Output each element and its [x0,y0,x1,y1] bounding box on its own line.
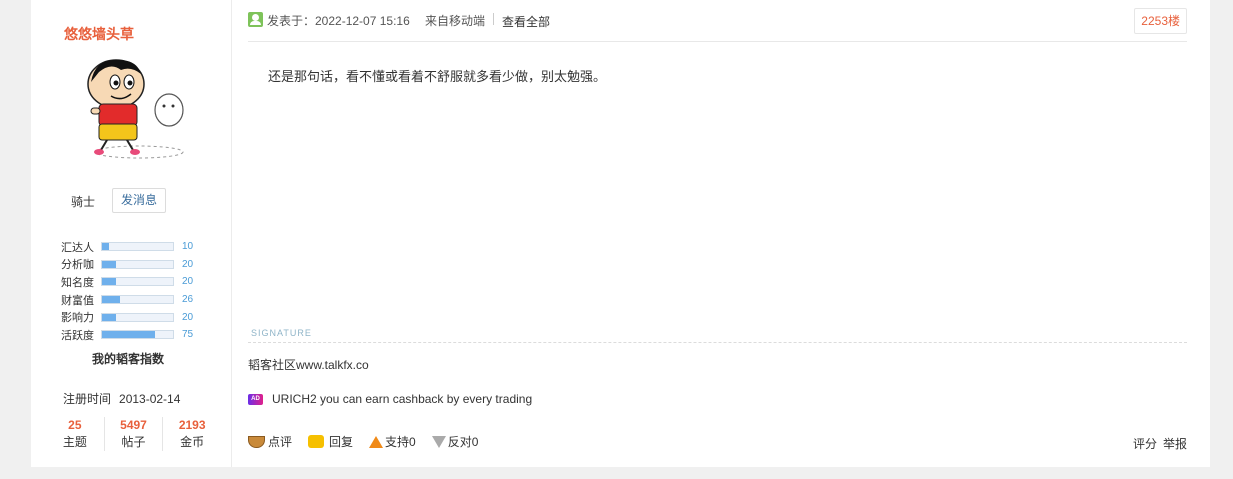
post-actions: 点评 回复 支持0 反对0 [248,433,494,450]
oppose-label: 反对0 [447,435,479,449]
stat-bar-fill [102,296,121,304]
user-counts: 25 主题 5497 帖子 2193 金币 [46,417,221,451]
count-posts[interactable]: 5497 帖子 [103,417,163,451]
user-rank: 骑士 [71,195,96,209]
floor-number[interactable]: 2253楼 [1134,8,1187,34]
stat-bar-fill [102,243,110,251]
stat-row: 活跃度 75 [61,326,201,344]
stat-value: 75 [182,329,194,341]
register-info: 注册时间 2013-02-14 [63,390,180,407]
avatar-image [87,59,184,159]
count-label: 主题 [62,435,87,449]
count-label: 帖子 [121,435,146,449]
stat-bar [101,277,174,287]
post-main: 发表于：2022-12-07 15:16 来自移动端 查看全部 2253楼 还是… [248,0,1187,467]
post-card: 悠悠墙头草 骑士 发消息 汇达人 10 分析咖 20 知名度 20 财富值 26… [31,0,1210,467]
thumbs-up-arrow-icon [369,435,384,448]
ad-link[interactable]: AD URICH2 you can earn cashback by every… [248,392,532,406]
stat-bar [101,295,174,305]
report-link[interactable]: 举报 [1163,437,1187,451]
support-button[interactable]: 支持0 [369,433,416,450]
post-header: 发表于：2022-12-07 15:16 来自移动端 查看全部 2253楼 [248,8,1187,42]
reply-button[interactable]: 回复 [308,433,353,450]
user-icon [248,12,263,27]
stat-label: 分析咖 [61,259,94,272]
signature-divider [248,342,1187,343]
post-time: 发表于：2022-12-07 15:16 [267,14,410,28]
stat-row: 财富值 26 [61,291,201,309]
stat-bar [101,242,174,252]
stat-label: 财富值 [61,294,94,307]
ad-text[interactable]: URICH2 you can earn cashback by every tr… [272,392,532,406]
stat-bar [101,330,174,340]
count-topics[interactable]: 25 主题 [46,417,104,451]
score-link[interactable]: 评分 [1133,437,1157,451]
reply-label: 回复 [329,435,354,449]
thumbs-down-arrow-icon [431,435,446,448]
stat-bar-fill [102,331,156,339]
stat-row: 知名度 20 [61,273,201,291]
stat-value: 20 [182,311,194,323]
view-all-link[interactable]: 查看全部 [502,13,550,30]
avatar[interactable] [71,52,189,170]
post-right-actions: 评分 举报 [1127,435,1187,452]
rate-label: 点评 [268,435,293,449]
stat-value: 20 [182,258,194,270]
stats-list: 汇达人 10 分析咖 20 知名度 20 财富值 26 影响力 20 活跃度 7… [61,238,201,344]
count-number: 25 [68,418,82,432]
stat-bar-fill [102,260,117,268]
stat-bar-fill [102,278,117,286]
talkfx-index-title: 我的韬客指数 [92,352,165,366]
support-label: 支持0 [385,435,416,449]
stat-value: 20 [182,276,194,288]
stat-bar [101,259,174,269]
stat-row: 汇达人 10 [61,238,201,256]
stat-value: 26 [182,294,194,306]
stat-label: 活跃度 [61,329,94,342]
stat-row: 分析咖 20 [61,256,201,274]
post-content: 还是那句话，看不懂或看着不舒服就多看少做，别太勉强。 [268,69,607,84]
register-label: 注册时间 [63,392,112,406]
post-source: 来自移动端 [425,14,486,28]
stat-row: 影响力 20 [61,308,201,326]
ad-badge-icon: AD [248,393,263,405]
stat-bar [101,312,174,322]
send-message-button[interactable]: 发消息 [112,188,166,213]
user-sidebar: 悠悠墙头草 骑士 发消息 汇达人 10 分析咖 20 知名度 20 财富值 26… [31,0,232,467]
signature-label: SIGNATURE [251,328,312,338]
rate-button[interactable]: 点评 [248,433,292,450]
reply-bubble-icon [308,435,325,448]
count-label: 金币 [180,435,205,449]
coffee-cup-icon [248,435,265,448]
register-date: 2013-02-14 [119,392,181,406]
stat-label: 汇达人 [61,241,94,254]
stat-bar-fill [102,313,117,321]
signature-text[interactable]: 韬客社区www.talkfx.co [248,356,369,373]
divider [493,13,494,25]
stat-value: 10 [182,241,194,253]
count-number: 5497 [120,418,147,432]
stat-label: 知名度 [61,276,94,289]
count-number: 2193 [178,418,206,432]
count-coins[interactable]: 2193 金币 [162,417,221,451]
username[interactable]: 悠悠墙头草 [64,24,134,44]
oppose-button[interactable]: 反对0 [431,433,479,450]
stat-label: 影响力 [61,312,94,325]
